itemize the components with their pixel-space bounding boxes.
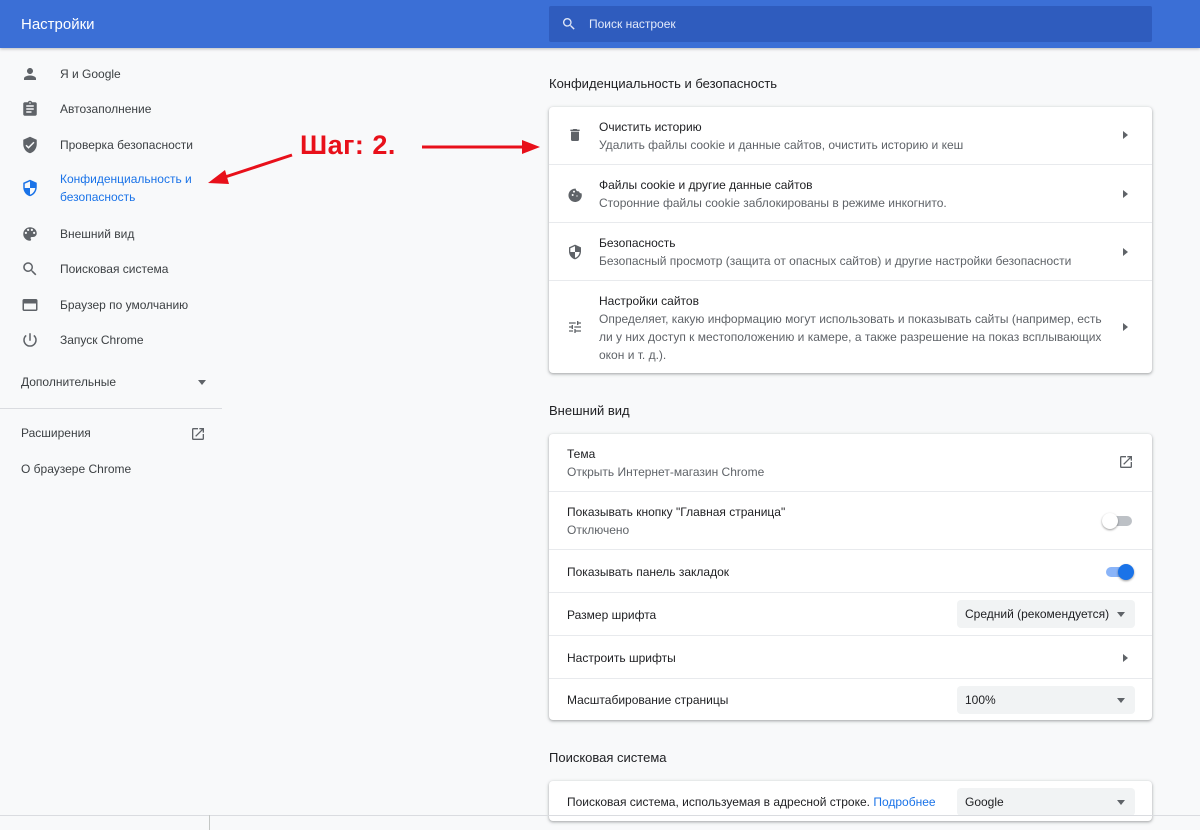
chevron-down-icon [1117,800,1125,805]
row-title: Поисковая система, используемая в адресн… [567,795,936,809]
page-zoom-select[interactable]: 100% [957,686,1135,714]
clipboard-icon [23,100,37,116]
row-title: Файлы cookie и другие данные сайтов [599,178,813,192]
trash-icon [570,129,580,141]
learn-more-link[interactable]: Подробнее [873,795,935,809]
search-icon [23,262,37,276]
home-button-toggle[interactable] [1102,513,1134,529]
arrow-right-head [522,140,540,154]
privacy-shield-icon [23,179,37,197]
security-shield-icon [569,244,581,260]
row-theme[interactable]: Тема Открыть Интернет-магазин Chrome [549,434,1152,491]
row-subtitle-line: ли у них доступ к местоположению и камер… [599,330,1102,344]
select-value: Средний (рекомендуется) [965,607,1110,621]
row-home-button[interactable]: Показывать кнопку "Главная страница" Отк… [549,491,1152,549]
power-icon [23,333,37,347]
cookie-icon [568,188,582,202]
section-title-appearance: Внешний вид [549,403,630,418]
step-annotation: Шаг: 2. [300,130,396,160]
search-box[interactable] [549,6,1152,42]
sidebar-item-search-engine[interactable]: Поисковая система [0,260,222,278]
row-security[interactable]: Безопасность Безопасный просмотр (защита… [549,222,1152,280]
sidebar-item-label: Конфиденциальность и безопасность [60,172,192,204]
section-title-search-engine: Поисковая система [549,750,667,765]
sidebar-item-appearance[interactable]: Внешний вид [0,225,222,243]
tune-icon [569,321,581,333]
sidebar-item-about-chrome[interactable]: О браузере Chrome [21,462,131,476]
row-subtitle: Безопасный просмотр (защита от опасных с… [599,254,1072,268]
row-subtitle-line: окон и т. д.). [599,348,667,362]
row-bookmarks-bar[interactable]: Показывать панель закладок [549,549,1152,592]
row-title: Показывать панель закладок [567,565,730,579]
bottom-border [0,815,1200,816]
bookmarks-bar-toggle[interactable] [1104,564,1134,580]
row-title: Настройки сайтов [599,294,699,308]
row-title: Размер шрифта [567,608,657,622]
select-value: Google [965,795,1004,809]
advanced-toggle[interactable]: Дополнительные [21,375,206,395]
top-bar: Настройки [0,0,1200,48]
row-cookies[interactable]: Файлы cookie и другие данные сайтов Стор… [549,164,1152,222]
row-subtitle: Отключено [567,523,630,537]
row-font-size: Размер шрифта Средний (рекомендуется) [549,592,1152,635]
section-title-privacy: Конфиденциальность и безопасность [549,76,778,91]
advanced-label: Дополнительные [21,375,116,389]
row-subtitle-line: Определяет, какую информацию могут испол… [599,312,1102,326]
privacy-card: Очистить историю Удалить файлы cookie и … [549,107,1152,373]
sidebar: Я и Google Автозаполнение Проверка безоп… [0,48,222,830]
row-title: Безопасность [599,236,676,250]
person-icon [24,68,36,80]
select-value: 100% [965,693,996,707]
sidebar-item-you-and-google[interactable]: Я и Google [0,65,222,83]
chevron-right-icon [1123,248,1128,256]
sidebar-item-autofill[interactable]: Автозаполнение [0,100,222,118]
row-title: Тема [567,447,596,461]
row-page-zoom: Масштабирование страницы 100% [549,678,1152,720]
row-title: Показывать кнопку "Главная страница" [567,505,786,519]
page-title: Настройки [21,16,95,33]
arrow-left-line [221,153,293,180]
search-engine-select[interactable]: Google [957,788,1135,816]
row-customize-fonts[interactable]: Настроить шрифты [549,635,1152,678]
sidebar-item-privacy[interactable]: Конфиденциальность и безопасность [0,170,222,206]
chevron-down-icon [1117,612,1125,617]
row-clear-history[interactable]: Очистить историю Удалить файлы cookie и … [549,107,1152,164]
sidebar-item-label: Проверка безопасности [60,138,193,152]
sidebar-item-label: Я и Google [60,67,121,81]
row-site-settings[interactable]: Настройки сайтов Определяет, какую инфор… [549,280,1152,373]
font-size-select[interactable]: Средний (рекомендуется) [957,600,1135,628]
open-in-new-icon[interactable] [190,426,206,442]
sidebar-item-default-browser[interactable]: Браузер по умолчанию [0,296,222,314]
chevron-down-icon [1117,698,1125,703]
row-subtitle: Удалить файлы cookie и данные сайтов, оч… [599,138,964,152]
sidebar-item-label: Браузер по умолчанию [60,298,189,312]
sidebar-divider [0,408,222,409]
search-icon [562,18,575,30]
bottom-divider [209,815,210,830]
search-engine-label: Поисковая система, используемая в адресн… [567,795,870,809]
row-title: Очистить историю [599,120,702,134]
sidebar-item-label: Запуск Chrome [60,333,144,347]
row-subtitle: Сторонние файлы cookie заблокированы в р… [599,196,947,210]
row-subtitle: Открыть Интернет-магазин Chrome [567,465,765,479]
row-title: Масштабирование страницы [567,693,729,707]
chevron-right-icon [1123,654,1128,662]
sidebar-item-label: Поисковая система [60,262,169,276]
sidebar-item-on-startup[interactable]: Запуск Chrome [0,331,222,349]
search-input[interactable] [589,6,1129,42]
appearance-card: Тема Открыть Интернет-магазин Chrome Пок… [549,434,1152,720]
browser-icon [22,299,38,311]
row-title: Настроить шрифты [567,651,676,665]
chevron-right-icon [1123,131,1128,139]
palette-icon [23,227,37,241]
chevron-right-icon [1123,323,1128,331]
sidebar-item-label: Автозаполнение [60,102,152,116]
sidebar-item-safety-check[interactable]: Проверка безопасности [0,136,222,154]
sidebar-item-extensions[interactable]: Расширения [21,426,91,440]
sidebar-item-label: Внешний вид [60,227,135,241]
open-in-new-icon[interactable] [1118,454,1134,470]
chevron-right-icon [1123,190,1128,198]
shield-check-icon [23,136,37,154]
chevron-down-icon [198,380,206,385]
